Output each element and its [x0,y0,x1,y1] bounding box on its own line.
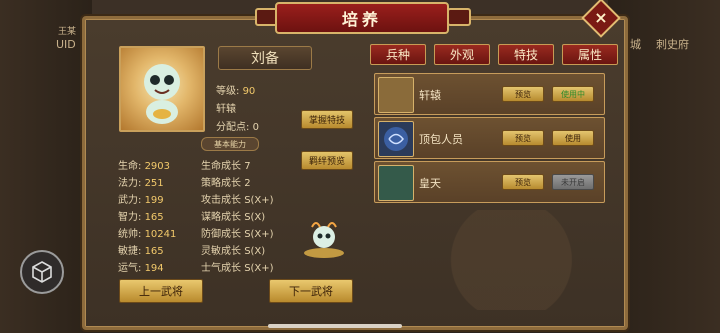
growth-row: 生命成长 7 [201,161,251,172]
list-item[interactable]: 轩辕 预览 使用中 [374,73,605,115]
hero-level: 等级: 90 [216,82,255,97]
pet-figure [300,217,348,259]
tab-attribute[interactable]: 属性 [562,44,618,65]
growth-row: 谋略成长 S(X) [201,212,266,223]
next-hero-button[interactable]: 下一武将 [269,279,353,303]
side-right-label-1: 城 [630,38,641,51]
growth-row: 灵敏成长 S(X) [201,246,266,257]
tab-bar: 兵种 外观 特技 属性 [370,44,618,65]
side-uid-label: UID [56,38,76,51]
menu-fab-button[interactable] [20,250,64,294]
stat-row: 运气: 194 [118,263,164,274]
close-icon[interactable]: × [587,3,615,31]
list-item-name: 皇天 [419,177,441,190]
title-deco-right [447,8,471,26]
prev-hero-button[interactable]: 上一武将 [119,279,203,303]
list-item-name: 顶包人员 [419,133,463,146]
growth-row: 攻击成长 S(X+) [201,195,274,206]
section-basic-ability: 基本能力 [201,137,259,151]
cube-icon [32,261,52,283]
stat-row: 统帅: 10241 [118,229,177,240]
list-item-name: 轩辕 [419,89,441,102]
list-item[interactable]: 顶包人员 预览 使用 [374,117,605,159]
points-label: 分配点: [216,122,250,133]
bond-preview-button[interactable]: 羁绊预览 [301,151,353,170]
unit-portrait-icon [378,165,414,201]
hero-specialty: 轩辕 [216,104,236,115]
blue-orb-icon [384,127,408,151]
home-indicator [268,324,402,328]
orb-icon [378,121,414,157]
growth-row: 策略成长 2 [201,178,251,189]
tab-skill[interactable]: 特技 [498,44,554,65]
stat-row: 武力: 199 [118,195,164,206]
level-value: 90 [242,86,256,97]
locked-button: 未开启 [552,174,594,190]
unit-portrait-icon [378,77,414,113]
preview-button[interactable]: 预览 [502,130,544,146]
pet-dragon-icon [304,222,344,258]
use-button[interactable]: 使用 [552,130,594,146]
panel-title: 培养 [275,2,449,34]
stat-row: 生命: 2903 [118,161,171,172]
tab-troop[interactable]: 兵种 [370,44,426,65]
stat-row: 敏捷: 165 [118,246,164,257]
growth-row: 士气成长 S(X+) [201,263,274,274]
hero-name: 刘备 [218,46,312,70]
level-label: 等级: [216,86,240,97]
master-skill-button[interactable]: 掌握特技 [301,110,353,129]
dragon-avatar-icon [144,64,180,124]
hero-points: 分配点: 0 [216,118,259,133]
points-value: 0 [252,122,259,133]
hero-portrait [119,46,205,132]
list-item[interactable]: 皇天 预览 未开启 [374,161,605,203]
preview-button[interactable]: 预览 [502,86,544,102]
side-top-label: 王某 [58,27,77,37]
growth-row: 防御成长 S(X+) [201,229,274,240]
stat-row: 智力: 165 [118,212,164,223]
stat-row: 法力: 251 [118,178,164,189]
in-use-button[interactable]: 使用中 [552,86,594,102]
preview-button[interactable]: 预览 [502,174,544,190]
side-right-label-2: 刺史府 [656,38,689,51]
tab-appearance[interactable]: 外观 [434,44,490,65]
right-panel-empty-area [374,210,603,310]
